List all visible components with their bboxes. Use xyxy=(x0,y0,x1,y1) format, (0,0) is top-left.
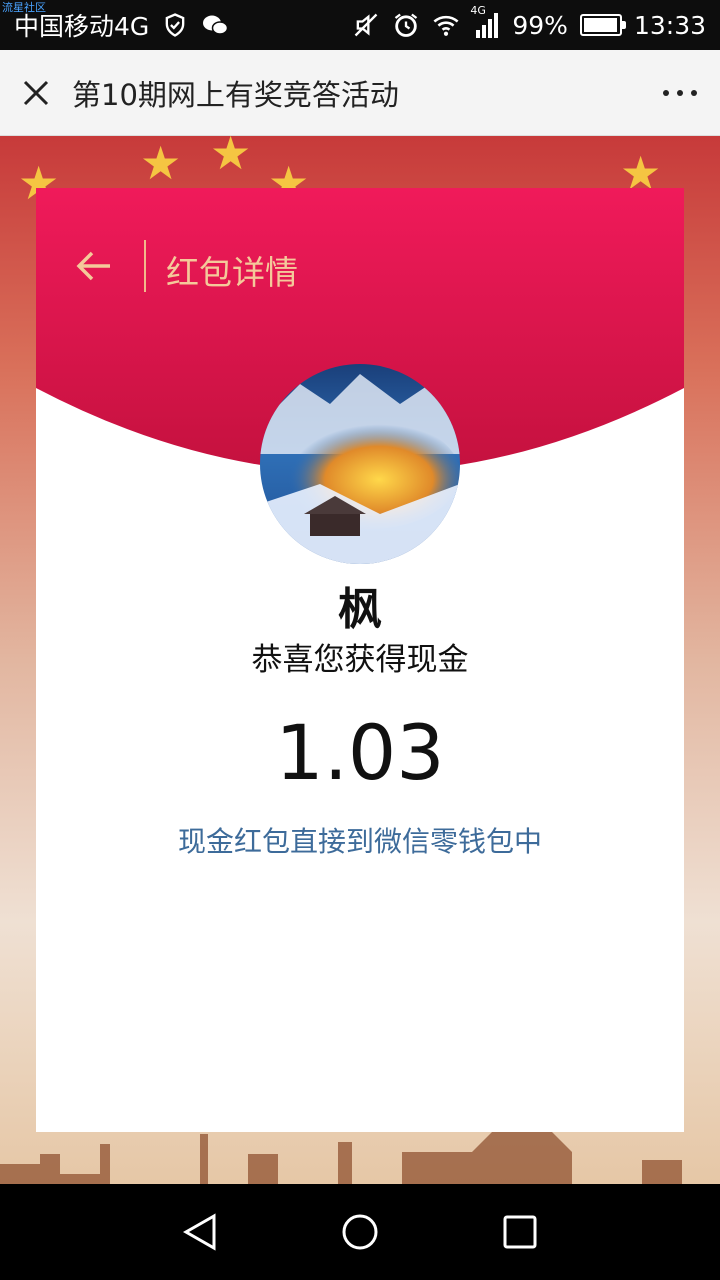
screen: 流星社区 中国移动4G 4G 99% 13:33 第10期网上有奖竞答活动 ★ … xyxy=(0,0,720,1280)
navigation-bar xyxy=(0,1184,720,1280)
clock: 13:33 xyxy=(633,10,706,40)
wallet-note: 现金红包直接到微信零钱包中 xyxy=(177,825,542,858)
nav-home-icon xyxy=(342,1214,378,1250)
battery-percent: 99% xyxy=(512,10,568,40)
signal-icon: 4G xyxy=(470,4,500,38)
skyline-decoration xyxy=(0,1132,682,1184)
title-bar: 第10期网上有奖竞答活动 xyxy=(0,50,720,136)
wifi-icon xyxy=(433,15,459,36)
prize-amount: 1.03 xyxy=(275,708,445,797)
winner-name: 枫 xyxy=(338,584,382,635)
network-type-label: 4G xyxy=(470,4,486,17)
avatar xyxy=(260,364,460,564)
close-button[interactable] xyxy=(0,50,72,136)
shield-icon xyxy=(165,13,185,37)
star-decoration: ★ xyxy=(140,136,182,190)
red-packet-card: 红包详情 枫 恭喜您获得现金 1.03 现金红包直接到微信零钱包中 xyxy=(36,188,684,1132)
page-title: 第10期网上有奖竞答活动 xyxy=(72,77,399,112)
nav-recent-icon xyxy=(503,1215,537,1249)
nav-back-icon xyxy=(182,1213,216,1251)
mute-icon xyxy=(355,13,378,37)
back-arrow-icon xyxy=(76,251,110,281)
alarm-icon xyxy=(395,13,418,37)
header-divider xyxy=(144,240,146,292)
nav-back-button[interactable] xyxy=(170,1202,230,1262)
nav-recent-button[interactable] xyxy=(490,1202,550,1262)
watermark-text: 流星社区 xyxy=(2,1,46,14)
avatar-image xyxy=(260,364,460,564)
nav-home-button[interactable] xyxy=(330,1202,390,1262)
back-button[interactable] xyxy=(74,244,114,288)
congrats-text: 恭喜您获得现金 xyxy=(251,642,469,678)
header-title: 红包详情 xyxy=(166,253,298,292)
status-bar: 流星社区 中国移动4G 4G 99% 13:33 xyxy=(0,0,720,50)
more-icon xyxy=(663,89,697,96)
wechat-icon xyxy=(203,15,229,35)
battery-icon xyxy=(579,14,626,36)
close-icon xyxy=(23,80,49,105)
more-button[interactable] xyxy=(640,50,720,136)
star-decoration: ★ xyxy=(210,126,252,180)
